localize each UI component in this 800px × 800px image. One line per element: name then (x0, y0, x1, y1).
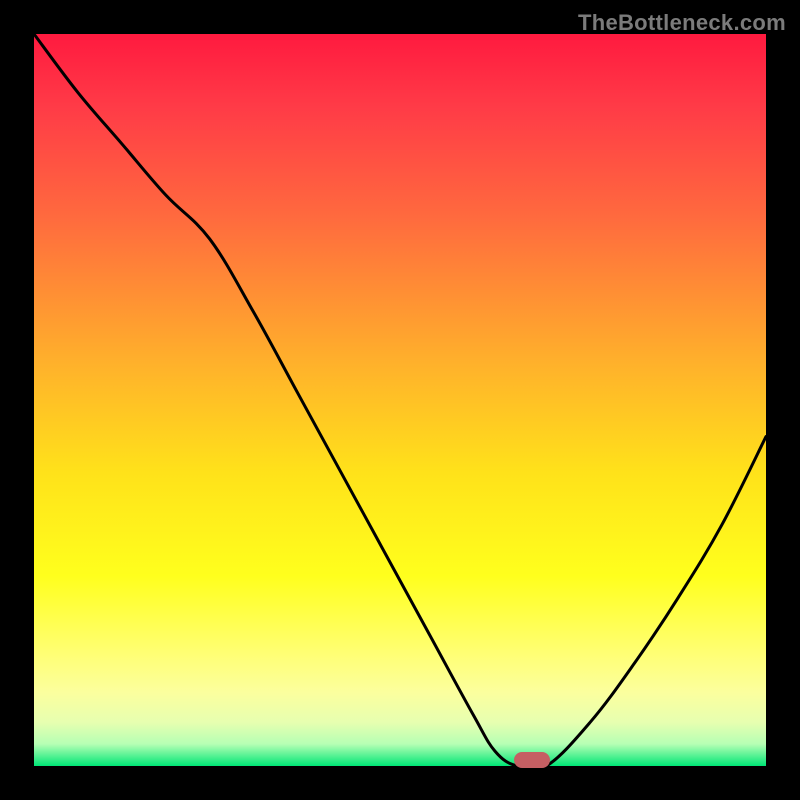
watermark-text: TheBottleneck.com (578, 10, 786, 36)
plot-area (34, 34, 766, 766)
bottleneck-curve (34, 34, 766, 766)
optimal-marker (514, 752, 550, 768)
curve-path (34, 34, 766, 770)
chart-container: TheBottleneck.com (0, 0, 800, 800)
